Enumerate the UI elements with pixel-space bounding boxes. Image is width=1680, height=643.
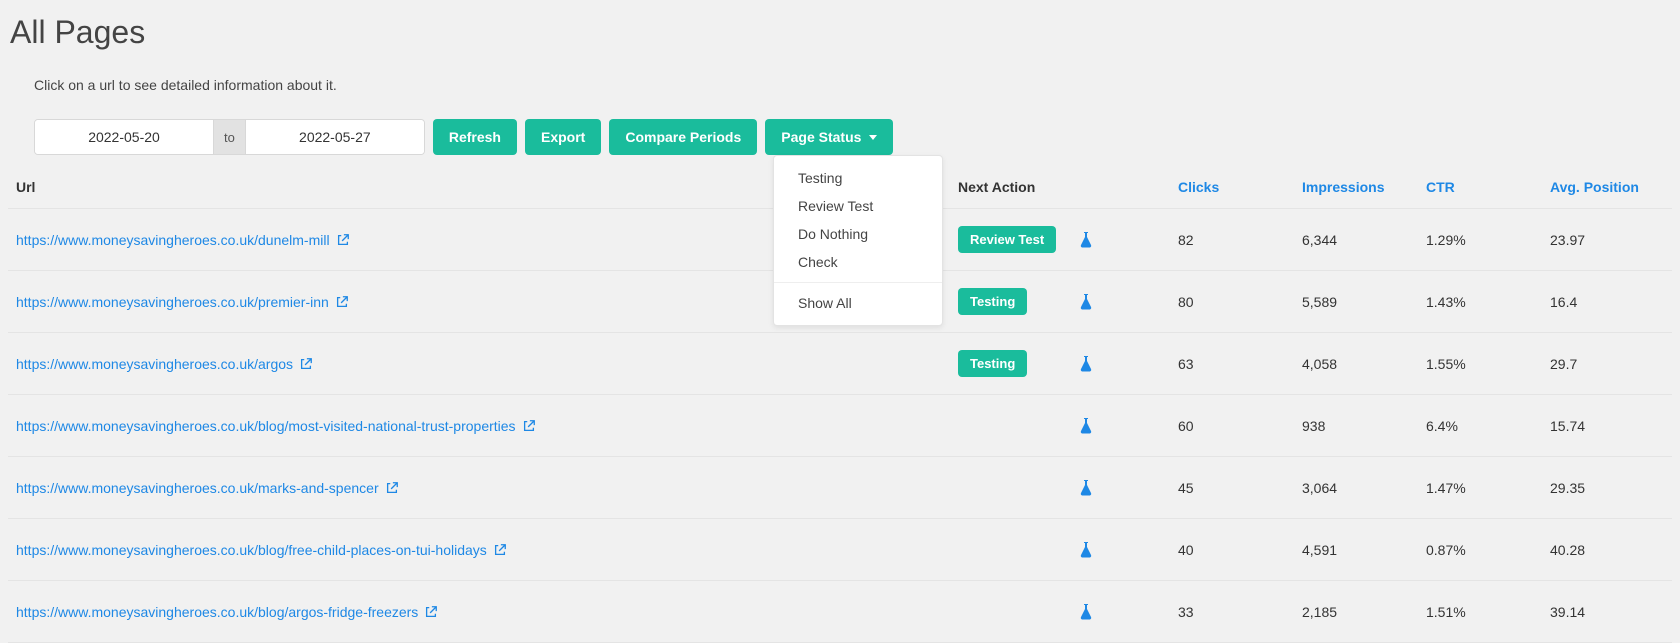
url-link[interactable]: https://www.moneysavingheroes.co.uk/dune… xyxy=(16,232,330,248)
date-separator: to xyxy=(213,120,246,154)
table-row: https://www.moneysavingheroes.co.uk/blog… xyxy=(8,581,1672,643)
cell-flask xyxy=(1078,293,1178,311)
url-link[interactable]: https://www.moneysavingheroes.co.uk/blog… xyxy=(16,604,418,620)
cell-next-action: Review Test xyxy=(958,226,1078,253)
flask-icon[interactable] xyxy=(1078,355,1094,373)
cell-clicks: 80 xyxy=(1178,294,1302,310)
col-impressions[interactable]: Impressions xyxy=(1302,179,1426,195)
cell-impressions: 938 xyxy=(1302,418,1426,434)
cell-ctr: 6.4% xyxy=(1426,418,1550,434)
dropdown-item-review-test[interactable]: Review Test xyxy=(774,192,942,220)
page-status-button[interactable]: Page Status xyxy=(765,119,893,155)
compare-periods-button[interactable]: Compare Periods xyxy=(609,119,757,155)
url-link[interactable]: https://www.moneysavingheroes.co.uk/blog… xyxy=(16,542,487,558)
col-clicks[interactable]: Clicks xyxy=(1178,179,1302,195)
cell-impressions: 5,589 xyxy=(1302,294,1426,310)
url-link[interactable]: https://www.moneysavingheroes.co.uk/prem… xyxy=(16,294,329,310)
flask-icon[interactable] xyxy=(1078,231,1094,249)
cell-ctr: 1.51% xyxy=(1426,604,1550,620)
external-link-icon[interactable] xyxy=(335,295,349,309)
cell-flask xyxy=(1078,479,1178,497)
next-action-badge[interactable]: Testing xyxy=(958,288,1027,315)
cell-clicks: 63 xyxy=(1178,356,1302,372)
cell-clicks: 45 xyxy=(1178,480,1302,496)
cell-avg-position: 39.14 xyxy=(1550,604,1660,620)
page-hint: Click on a url to see detailed informati… xyxy=(0,57,1680,101)
cell-avg-position: 23.97 xyxy=(1550,232,1660,248)
cell-avg-position: 16.4 xyxy=(1550,294,1660,310)
page-status-label: Page Status xyxy=(781,129,861,145)
col-avg-position[interactable]: Avg. Position xyxy=(1550,179,1660,195)
cell-flask xyxy=(1078,417,1178,435)
flask-icon[interactable] xyxy=(1078,603,1094,621)
cell-url: https://www.moneysavingheroes.co.uk/mark… xyxy=(8,480,958,496)
dropdown-item-testing[interactable]: Testing xyxy=(774,164,942,192)
cell-impressions: 6,344 xyxy=(1302,232,1426,248)
next-action-badge[interactable]: Review Test xyxy=(958,226,1056,253)
external-link-icon[interactable] xyxy=(424,605,438,619)
flask-icon[interactable] xyxy=(1078,479,1094,497)
cell-flask xyxy=(1078,355,1178,373)
cell-clicks: 40 xyxy=(1178,542,1302,558)
external-link-icon[interactable] xyxy=(522,419,536,433)
dropdown-divider xyxy=(774,282,942,283)
table-row: https://www.moneysavingheroes.co.uk/argo… xyxy=(8,333,1672,395)
cell-impressions: 4,591 xyxy=(1302,542,1426,558)
refresh-button[interactable]: Refresh xyxy=(433,119,517,155)
external-link-icon[interactable] xyxy=(336,233,350,247)
cell-clicks: 60 xyxy=(1178,418,1302,434)
caret-down-icon xyxy=(869,135,877,140)
date-range: to xyxy=(34,119,425,155)
cell-clicks: 33 xyxy=(1178,604,1302,620)
dropdown-item-do-nothing[interactable]: Do Nothing xyxy=(774,220,942,248)
cell-next-action: Testing xyxy=(958,288,1078,315)
table-row: https://www.moneysavingheroes.co.uk/blog… xyxy=(8,395,1672,457)
cell-avg-position: 29.7 xyxy=(1550,356,1660,372)
url-link[interactable]: https://www.moneysavingheroes.co.uk/argo… xyxy=(16,356,293,372)
cell-ctr: 1.43% xyxy=(1426,294,1550,310)
cell-url: https://www.moneysavingheroes.co.uk/blog… xyxy=(8,604,958,620)
flask-icon[interactable] xyxy=(1078,541,1094,559)
cell-impressions: 2,185 xyxy=(1302,604,1426,620)
next-action-badge[interactable]: Testing xyxy=(958,350,1027,377)
cell-next-action: Testing xyxy=(958,350,1078,377)
url-link[interactable]: https://www.moneysavingheroes.co.uk/mark… xyxy=(16,480,379,496)
flask-icon[interactable] xyxy=(1078,293,1094,311)
cell-avg-position: 40.28 xyxy=(1550,542,1660,558)
cell-ctr: 1.29% xyxy=(1426,232,1550,248)
table-row: https://www.moneysavingheroes.co.uk/mark… xyxy=(8,457,1672,519)
cell-clicks: 82 xyxy=(1178,232,1302,248)
table-row: https://www.moneysavingheroes.co.uk/blog… xyxy=(8,519,1672,581)
page-status-dropdown: Testing Review Test Do Nothing Check Sho… xyxy=(773,155,943,326)
cell-url: https://www.moneysavingheroes.co.uk/blog… xyxy=(8,418,958,434)
cell-ctr: 1.47% xyxy=(1426,480,1550,496)
cell-impressions: 4,058 xyxy=(1302,356,1426,372)
cell-url: https://www.moneysavingheroes.co.uk/blog… xyxy=(8,542,958,558)
cell-url: https://www.moneysavingheroes.co.uk/argo… xyxy=(8,356,958,372)
url-link[interactable]: https://www.moneysavingheroes.co.uk/blog… xyxy=(16,418,516,434)
controls-bar: to Refresh Export Compare Periods Page S… xyxy=(0,101,1680,155)
export-button[interactable]: Export xyxy=(525,119,601,155)
date-to-input[interactable] xyxy=(246,120,424,154)
external-link-icon[interactable] xyxy=(385,481,399,495)
cell-avg-position: 15.74 xyxy=(1550,418,1660,434)
cell-flask xyxy=(1078,231,1178,249)
external-link-icon[interactable] xyxy=(299,357,313,371)
cell-impressions: 3,064 xyxy=(1302,480,1426,496)
date-from-input[interactable] xyxy=(35,120,213,154)
cell-avg-position: 29.35 xyxy=(1550,480,1660,496)
external-link-icon[interactable] xyxy=(493,543,507,557)
cell-flask xyxy=(1078,603,1178,621)
flask-icon[interactable] xyxy=(1078,417,1094,435)
cell-ctr: 1.55% xyxy=(1426,356,1550,372)
col-next-action: Next Action xyxy=(958,179,1078,195)
col-ctr[interactable]: CTR xyxy=(1426,179,1550,195)
dropdown-item-show-all[interactable]: Show All xyxy=(774,289,942,317)
dropdown-item-check[interactable]: Check xyxy=(774,248,942,276)
cell-flask xyxy=(1078,541,1178,559)
page-title: All Pages xyxy=(0,0,1680,57)
cell-ctr: 0.87% xyxy=(1426,542,1550,558)
